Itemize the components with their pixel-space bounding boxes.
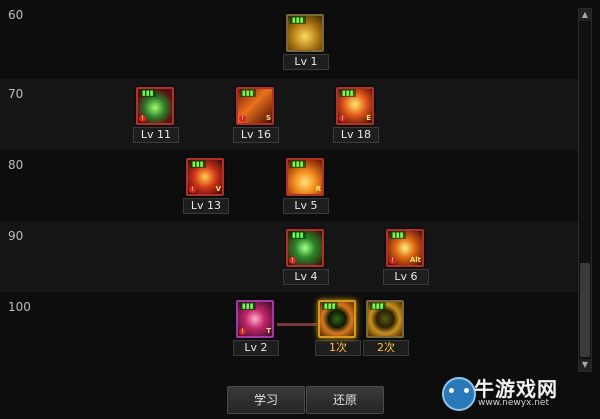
skill-tag: ▮▮▮ [240,89,256,97]
skill-level: Lv 4 [283,269,329,285]
skill-slot[interactable]: ▮▮▮ ! T Lv 2 [233,300,279,356]
skill-tag: ▮▮▮ [240,302,256,310]
skill-slot[interactable]: ▮▮▮ R Lv 5 [283,158,329,214]
skill-tree-panel: 60 ▮▮▮ Lv 1 70 ▮▮▮ ! Lv 11 ▮▮▮ ! S Lv 16… [0,0,600,419]
hotkey-label: T [266,327,271,335]
amber-orb-skill-icon[interactable]: ▮▮▮ [366,300,404,338]
hotkey-label: S [265,114,271,122]
alert-icon: ! [139,115,146,122]
flame-burst-skill-icon[interactable]: ▮▮▮ ! E [336,87,374,125]
tier-row-60: 60 ▮▮▮ Lv 1 [0,0,578,79]
gold-coin-skill-icon[interactable]: ▮▮▮ [286,14,324,52]
skill-level: Lv 18 [333,127,379,143]
skill-level: Lv 11 [133,127,179,143]
tier-label: 60 [8,8,24,22]
skill-level: Lv 16 [233,127,279,143]
skill-slot[interactable]: ▮▮▮ ! E Lv 18 [333,87,379,143]
skill-connector [277,323,317,326]
green-orb-skill-icon[interactable]: ▮▮▮ [318,300,356,338]
skill-slot[interactable]: ▮▮▮ 1次 [315,300,361,356]
cow-logo-icon [442,377,476,411]
starburst-skill-icon[interactable]: ▮▮▮ ! Alt [386,229,424,267]
tier-row-80: 80 ▮▮▮ ! V Lv 13 ▮▮▮ R Lv 5 [0,150,578,221]
hotkey-label: E [366,114,371,122]
tier-row-100: 100 ▮▮▮ ! T Lv 2 ▮▮▮ 1次 ▮▮▮ 2次 [0,292,578,370]
eye-skill-icon[interactable]: ▮▮▮ ! [136,87,174,125]
alert-icon: ! [189,186,196,193]
skill-level: Lv 13 [183,198,229,214]
skill-count: 1次 [315,340,361,356]
hotkey-label: Alt [409,256,421,264]
tier-row-90: 90 ▮▮▮ ! Lv 4 ▮▮▮ ! Alt Lv 6 [0,221,578,292]
tier-label: 80 [8,158,24,172]
fire-orb-skill-icon[interactable]: ▮▮▮ ! V [186,158,224,196]
hotkey-label: V [215,185,221,193]
skill-level: Lv 1 [283,54,329,70]
learn-button[interactable]: 学习 [227,386,305,414]
reset-button[interactable]: 还原 [306,386,384,414]
tier-row-70: 70 ▮▮▮ ! Lv 11 ▮▮▮ ! S Lv 16 ▮▮▮ ! E Lv … [0,79,578,150]
skill-tag: ▮▮▮ [290,16,306,24]
alert-icon: ! [239,328,246,335]
tier-label: 90 [8,229,24,243]
skill-level: Lv 6 [383,269,429,285]
watermark-url: www.newyx.net [478,398,550,408]
scroll-down-arrow-icon[interactable]: ▼ [579,359,591,371]
scroll-thumb[interactable] [580,263,590,357]
alert-icon: ! [239,115,246,122]
green-burst-skill-icon[interactable]: ▮▮▮ ! [286,229,324,267]
skill-slot[interactable]: ▮▮▮ ! Lv 11 [133,87,179,143]
vertical-scrollbar[interactable]: ▲ ▼ [578,8,592,372]
scroll-up-arrow-icon[interactable]: ▲ [579,9,591,21]
skill-tag: ▮▮▮ [340,89,356,97]
skill-tag: ▮▮▮ [190,160,206,168]
skill-slot[interactable]: ▮▮▮ ! Alt Lv 6 [383,229,429,285]
sunburst-skill-icon[interactable]: ▮▮▮ R [286,158,324,196]
skill-slot[interactable]: ▮▮▮ Lv 1 [283,14,329,70]
vortex-skill-icon[interactable]: ▮▮▮ ! T [236,300,274,338]
skill-slot[interactable]: ▮▮▮ ! S Lv 16 [233,87,279,143]
skill-tag: ▮▮▮ [290,160,306,168]
skill-level: Lv 5 [283,198,329,214]
skill-tag: ▮▮▮ [370,302,386,310]
skill-slot[interactable]: ▮▮▮ 2次 [363,300,409,356]
skill-count: 2次 [363,340,409,356]
alert-icon: ! [339,115,346,122]
alert-icon: ! [289,257,296,264]
hotkey-label: R [315,185,321,193]
tier-label: 100 [8,300,31,314]
alert-icon: ! [389,257,396,264]
runes-skill-icon[interactable]: ▮▮▮ ! S [236,87,274,125]
skill-tag: ▮▮▮ [290,231,306,239]
skill-tag: ▮▮▮ [322,302,338,310]
skill-level: Lv 2 [233,340,279,356]
skill-slot[interactable]: ▮▮▮ ! V Lv 13 [183,158,229,214]
skill-tag: ▮▮▮ [140,89,156,97]
tier-label: 70 [8,87,24,101]
skill-slot[interactable]: ▮▮▮ ! Lv 4 [283,229,329,285]
skill-tag: ▮▮▮ [390,231,406,239]
site-watermark: 牛游戏网 www.newyx.net [442,371,592,413]
